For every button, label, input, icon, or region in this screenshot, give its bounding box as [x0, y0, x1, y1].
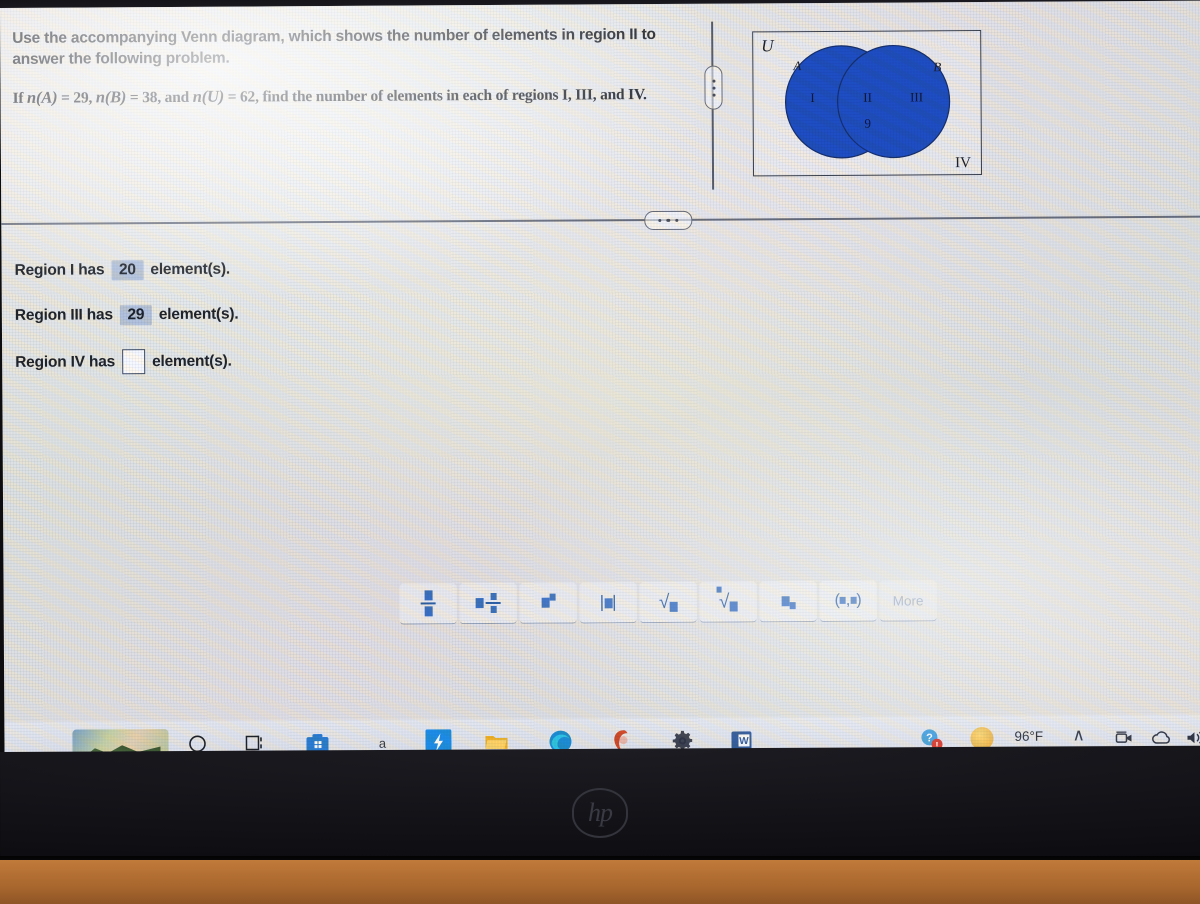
horizontal-resize-handle[interactable] [644, 211, 692, 230]
answer-label: Region III has [15, 306, 113, 325]
region-iii-label: III [910, 89, 923, 104]
more-button[interactable]: More [880, 580, 937, 621]
horizontal-divider [1, 216, 1200, 225]
dot-icon [712, 93, 715, 96]
dot-icon [667, 219, 670, 222]
mixed-number-icon [476, 593, 501, 613]
venn-diagram-figure: U A B I II III 9 IV [752, 30, 982, 176]
region-ii-value: 9 [864, 116, 871, 131]
svg-text:W: W [739, 736, 749, 747]
answer-label: Region I has [15, 261, 105, 280]
problem-line-1: Use the accompanying Venn diagram, which… [12, 24, 680, 70]
dot-icon [675, 219, 678, 222]
answer-input-region-iii[interactable]: 29 [120, 305, 152, 325]
hp-logo: hp [572, 788, 628, 838]
nth-root-icon: √ [719, 592, 738, 611]
set-b-label: B [933, 59, 941, 74]
dot-icon [712, 86, 715, 89]
answer-row-region-i: Region I has 20 element(s). [15, 260, 231, 281]
square-root-button[interactable]: √ [640, 582, 697, 623]
set-a-label: A [792, 58, 801, 73]
square-root-icon: √ [659, 592, 678, 611]
monitor-screen: Use the accompanying Venn diagram, which… [0, 1, 1200, 760]
answer-suffix: element(s). [152, 352, 232, 370]
region-i-label: I [810, 90, 814, 105]
answer-row-region-iv: Region IV has element(s). [15, 349, 232, 375]
absolute-value-button[interactable]: || [580, 582, 637, 623]
answer-suffix: element(s). [159, 306, 239, 324]
venn-diagram-svg: A B I II III 9 [753, 31, 981, 175]
math-palette: || √ √ (,) More [400, 580, 937, 624]
n-of-b: n(B) [96, 87, 126, 106]
subscript-button[interactable] [760, 581, 817, 622]
desk-surface [0, 860, 1200, 904]
n-of-u-value: = 62, find the number of elements in eac… [224, 86, 647, 106]
ordered-pair-button[interactable]: (,) [820, 581, 877, 622]
monitor-photo: Use the accompanying Venn diagram, which… [0, 0, 1200, 900]
n-of-b-value: = 38, and [126, 89, 193, 106]
exponent-icon [541, 594, 555, 612]
absolute-value-icon: || [600, 592, 617, 612]
n-of-a: n(A) [27, 88, 57, 107]
region-ii-label: II [863, 90, 872, 105]
fraction-button[interactable] [400, 583, 457, 624]
n-of-u: n(U) [193, 87, 224, 106]
problem-line-2: If n(A) = 29, n(B) = 38, and n(U) = 62, … [12, 83, 680, 109]
answer-input-region-i[interactable]: 20 [111, 260, 143, 280]
answer-row-region-iii: Region III has 29 element(s). [15, 305, 239, 326]
homework-page: Use the accompanying Venn diagram, which… [0, 1, 1200, 760]
answer-suffix: element(s). [150, 261, 230, 279]
vertical-resize-handle[interactable] [704, 66, 722, 110]
region-iv-label: IV [955, 155, 971, 172]
nth-root-button[interactable]: √ [700, 581, 757, 622]
subscript-icon [781, 592, 795, 610]
weather-temperature[interactable]: 96°F [1014, 729, 1043, 744]
problem-statement: Use the accompanying Venn diagram, which… [12, 24, 680, 109]
ordered-pair-icon: (,) [835, 592, 862, 610]
dot-icon [658, 219, 661, 222]
n-of-a-value: = 29, [57, 89, 96, 106]
answer-label: Region IV has [15, 353, 115, 372]
mixed-number-button[interactable] [460, 583, 517, 624]
answer-input-region-iv[interactable] [122, 349, 145, 374]
fraction-icon [421, 591, 436, 617]
bottom-action-bar: example Get more help Clear all Che [4, 651, 1200, 704]
problem-line-2-prefix: If [13, 90, 28, 107]
chevron-up-icon[interactable]: ∧ [1072, 725, 1085, 745]
exponent-button[interactable] [520, 582, 577, 623]
dot-icon [712, 79, 715, 82]
